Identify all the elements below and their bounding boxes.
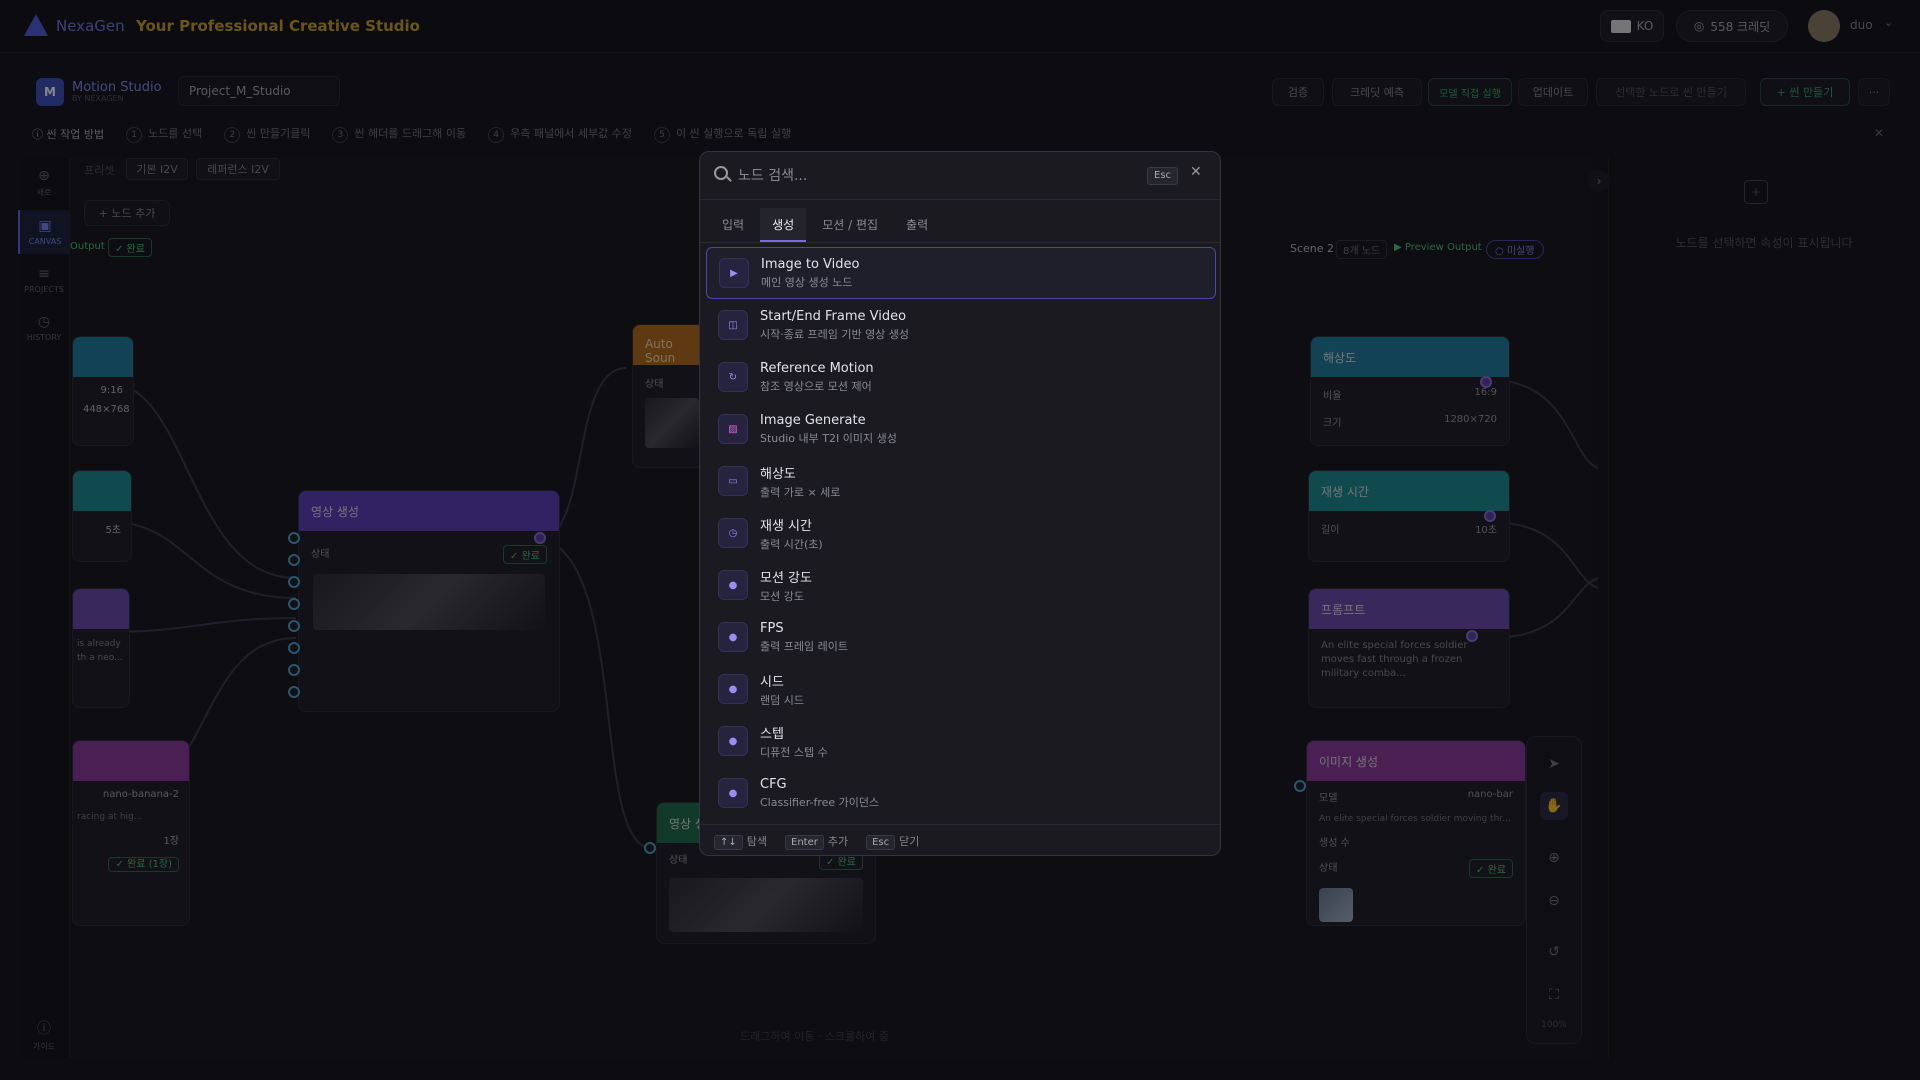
- item-subtitle: 메인 영상 생성 노드: [761, 275, 853, 289]
- resolution-icon: ▭: [718, 466, 748, 496]
- dot-icon: ●: [718, 622, 748, 652]
- list-item-steps[interactable]: ● 스텝디퓨전 스텝 수: [706, 715, 1216, 767]
- frames-icon: ◫: [718, 310, 748, 340]
- tab-input[interactable]: 입력: [710, 208, 756, 242]
- item-subtitle: 랜덤 시드: [760, 693, 804, 707]
- list-item-reference-motion[interactable]: ↻ Reference Motion 참조 영상으로 모션 제어: [706, 351, 1216, 403]
- item-subtitle: 출력 가로 × 세로: [760, 485, 841, 499]
- clock-icon: ◷: [718, 518, 748, 548]
- tab-output[interactable]: 출력: [894, 208, 940, 242]
- search-icon: [714, 166, 728, 180]
- item-title: CFG: [760, 776, 787, 792]
- nav-hint: ↑↓ 탐색: [714, 833, 767, 850]
- list-item-resolution[interactable]: ▭ 해상도출력 가로 × 세로: [706, 455, 1216, 507]
- play-icon: ▶: [719, 258, 749, 288]
- item-title: 해상도: [760, 466, 796, 482]
- list-item-duration[interactable]: ◷ 재생 시간출력 시간(초): [706, 507, 1216, 559]
- list-item-start-end-frame-video[interactable]: ◫ Start/End Frame Video 시작·종료 프레임 기반 영상 생…: [706, 299, 1216, 351]
- list-item-image-to-video[interactable]: ▶ Image to Video 메인 영상 생성 노드: [706, 247, 1216, 299]
- image-icon: ▨: [718, 414, 748, 444]
- divider: [700, 242, 1220, 243]
- item-title: Image Generate: [760, 412, 866, 428]
- item-title: FPS: [760, 620, 784, 636]
- item-title: 모션 강도: [760, 570, 812, 586]
- item-title: 스텝: [760, 726, 784, 742]
- esc-key-hint: Esc: [1147, 167, 1179, 185]
- item-subtitle: Classifier-free 가이던스: [760, 795, 880, 809]
- item-title: Start/End Frame Video: [760, 308, 907, 324]
- keyboard-hints: ↑↓ 탐색 Enter 추가 Esc 닫기: [700, 824, 1220, 855]
- list-item-motion-strength[interactable]: ● 모션 강도 모션 강도: [706, 559, 1216, 611]
- item-title: 재생 시간: [760, 518, 812, 534]
- close-icon[interactable]: ✕: [1190, 164, 1202, 180]
- item-subtitle: 디퓨전 스텝 수: [760, 745, 828, 759]
- enter-hint: Enter 추가: [785, 833, 848, 850]
- list-item-seed[interactable]: ● 시드랜덤 시드: [706, 663, 1216, 715]
- dot-icon: ●: [718, 726, 748, 756]
- dot-icon: ●: [718, 570, 748, 600]
- item-subtitle: Studio 내부 T2I 이미지 생성: [760, 431, 897, 445]
- item-subtitle: 출력 시간(초): [760, 537, 823, 551]
- esc-hint: Esc 닫기: [866, 833, 919, 850]
- item-subtitle: 모션 강도: [760, 589, 804, 603]
- node-list: ▶ Image to Video 메인 영상 생성 노드 ◫ Start/End …: [706, 247, 1216, 819]
- node-search-input[interactable]: [738, 164, 1118, 188]
- item-subtitle: 참조 영상으로 모션 제어: [760, 379, 872, 393]
- tab-generate[interactable]: 생성: [760, 208, 807, 242]
- item-subtitle: 시작·종료 프레임 기반 영상 생성: [760, 327, 910, 341]
- motion-icon: ↻: [718, 362, 748, 392]
- node-search-modal: Esc ✕ 입력 생성 모션 / 편집 출력 ▶ Image to Video 메…: [699, 151, 1221, 856]
- item-title: 시드: [760, 674, 784, 690]
- list-item-cfg[interactable]: ● CFG Classifier-free 가이던스: [706, 767, 1216, 819]
- category-tabs: 입력 생성 모션 / 편집 출력: [710, 208, 940, 242]
- list-item-image-generate[interactable]: ▨ Image Generate Studio 내부 T2I 이미지 생성: [706, 403, 1216, 455]
- dot-icon: ●: [718, 778, 748, 808]
- dot-icon: ●: [718, 674, 748, 704]
- item-subtitle: 출력 프레임 레이트: [760, 639, 848, 653]
- list-item-fps[interactable]: ● FPS 출력 프레임 레이트: [706, 611, 1216, 663]
- item-title: Image to Video: [761, 256, 860, 272]
- item-title: Reference Motion: [760, 360, 874, 376]
- tab-motion-edit[interactable]: 모션 / 편집: [810, 208, 890, 242]
